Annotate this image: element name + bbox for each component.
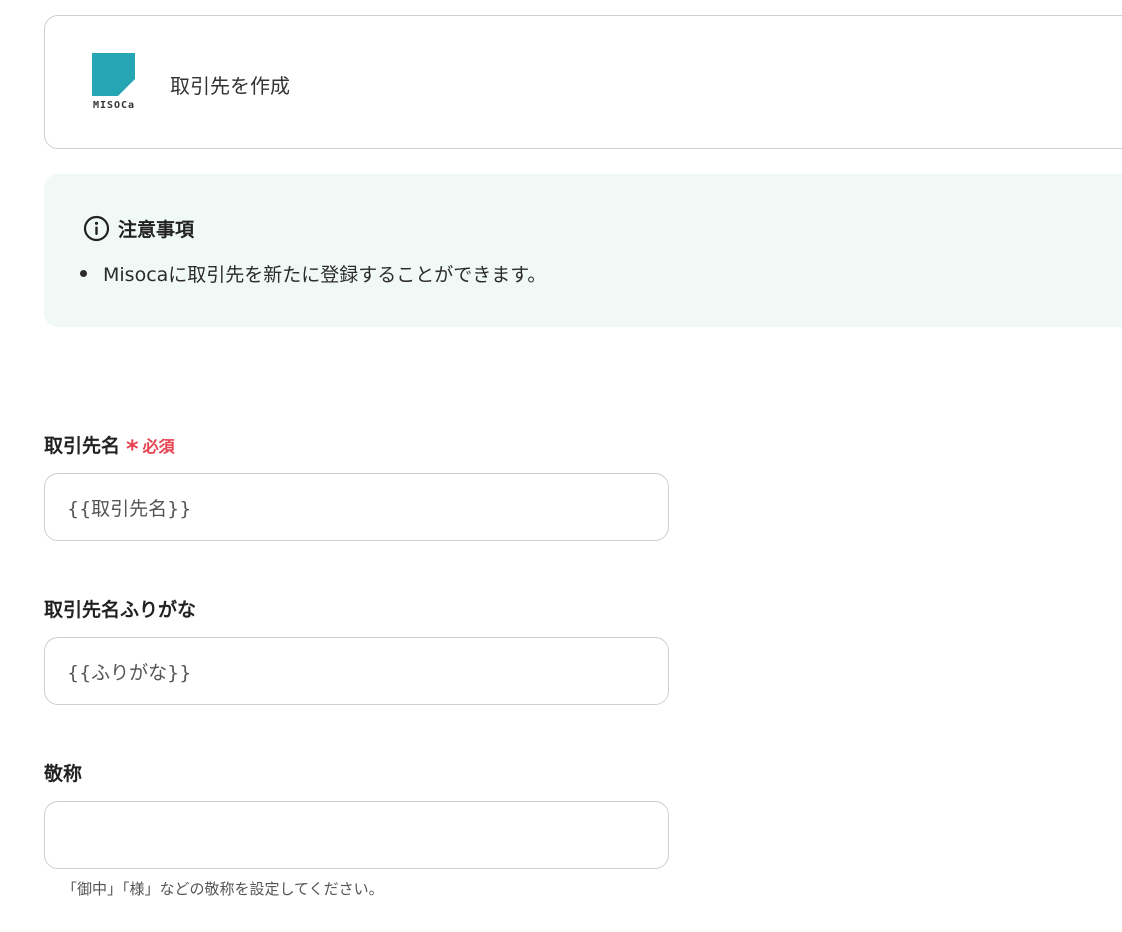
action-title: 取引先を作成 xyxy=(170,74,290,98)
notice-header: 注意事項 xyxy=(83,215,194,242)
label-client-furigana: 取引先名ふりがな xyxy=(44,599,197,621)
notice-list-item: Misocaに取引先を新たに登録することができます。 xyxy=(80,260,546,287)
info-circle-icon xyxy=(83,215,110,242)
misoca-logo: MISOCa xyxy=(91,53,137,115)
field-label-client-furigana: 取引先名ふりがな xyxy=(44,595,196,622)
honorific-help-text: 「御中」「様」などの敬称を設定してください。 xyxy=(62,880,384,898)
honorific-input[interactable] xyxy=(44,801,669,869)
notice-box: 注意事項 Misocaに取引先を新たに登録することができます。 xyxy=(44,174,1122,327)
required-badge: * 必須 xyxy=(126,433,175,461)
logo-text: MISOCa xyxy=(92,100,136,111)
field-label-honorific: 敬称 xyxy=(44,759,82,786)
app-header-card: MISOCa 取引先を作成 xyxy=(44,15,1122,149)
field-label-client-name: 取引先名 * 必須 xyxy=(44,431,175,461)
notice-title: 注意事項 xyxy=(118,219,195,241)
label-client-name: 取引先名 xyxy=(44,435,121,457)
misoca-logo-mark xyxy=(92,53,135,96)
label-honorific: 敬称 xyxy=(44,763,83,785)
client-name-input[interactable]: {{取引先名}} xyxy=(44,473,669,541)
client-furigana-input[interactable]: {{ふりがな}} xyxy=(44,637,669,705)
notice-item-text: Misocaに取引先を新たに登録することができます。 xyxy=(103,264,547,286)
bullet-icon xyxy=(80,270,87,277)
required-text: 必須 xyxy=(142,436,175,456)
required-asterisk-icon: * xyxy=(126,434,139,463)
